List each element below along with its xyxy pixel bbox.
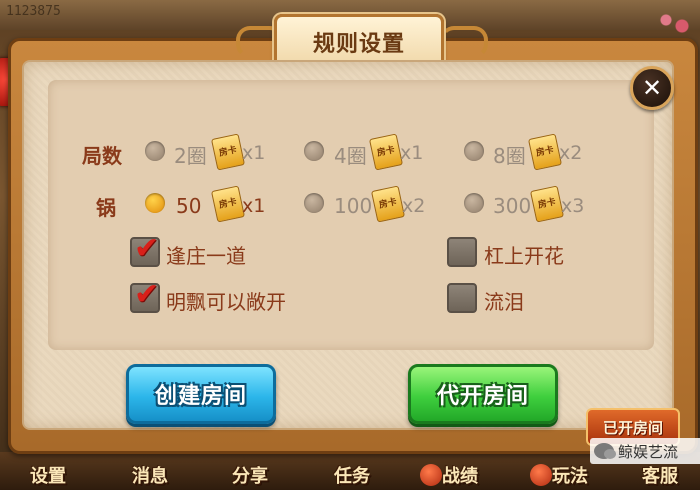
nav-messages[interactable]: 消息 — [132, 462, 168, 490]
close-icon: ✕ — [641, 74, 663, 102]
room-id: 1123875 — [6, 4, 61, 19]
right-swirl-ornament — [440, 26, 488, 58]
wechat-icon — [594, 443, 616, 459]
rounds-4-label: 4圈 — [334, 144, 367, 168]
checkbox-mingpiao[interactable]: ✔ — [130, 277, 160, 313]
rounds-4-mult: x1 — [400, 142, 424, 164]
pot-300-label: 300 — [493, 194, 532, 218]
rounds-8-mult: x2 — [559, 142, 583, 164]
checkmark-icon: ✔ — [134, 277, 160, 312]
watermark: 鲸娱艺流 — [590, 438, 700, 464]
pot-300-radio[interactable] — [464, 193, 484, 213]
nav-service[interactable]: 客服 — [642, 462, 678, 490]
nav-rules[interactable]: 玩法 — [552, 462, 588, 490]
checkbox-liulei[interactable] — [447, 283, 477, 313]
label-liulei: 流泪 — [484, 290, 524, 314]
watermark-text: 鲸娱艺流 — [618, 442, 679, 461]
dialog-title: 规则设置 — [312, 32, 405, 57]
nav-tasks[interactable]: 任务 — [334, 462, 370, 490]
rounds-2-radio[interactable] — [145, 141, 165, 161]
plum-flower-decoration — [654, 8, 694, 38]
rounds-label: 局数 — [82, 144, 122, 168]
pot-100-mult: x2 — [402, 195, 426, 217]
pot-50-mult: x1 — [242, 195, 266, 217]
create-room-button[interactable]: 创建房间 — [126, 364, 276, 424]
nav-share[interactable]: 分享 — [232, 462, 268, 490]
rounds-8-radio[interactable] — [464, 141, 484, 161]
nav-records[interactable]: 战绩 — [442, 462, 478, 490]
rounds-2-label: 2圈 — [174, 144, 207, 168]
pot-50-label: 50 — [176, 194, 202, 218]
checkbox-fengzhuang[interactable]: ✔ — [130, 231, 160, 267]
pot-100-radio[interactable] — [304, 193, 324, 213]
checkmark-icon: ✔ — [134, 231, 160, 266]
rounds-4-radio[interactable] — [304, 141, 324, 161]
label-fengzhuang: 逢庄一道 — [166, 244, 246, 268]
rules-icon — [530, 464, 552, 486]
pot-300-mult: x3 — [561, 195, 585, 217]
pot-50-radio[interactable] — [145, 193, 165, 213]
rounds-8-label: 8圈 — [493, 144, 526, 168]
pot-100-label: 100 — [334, 194, 373, 218]
label-gangshang: 杠上开花 — [484, 244, 564, 268]
close-button[interactable]: ✕ — [630, 66, 674, 110]
rounds-2-mult: x1 — [242, 142, 266, 164]
pot-label: 锅 — [96, 196, 116, 220]
checkbox-gangshang[interactable] — [447, 237, 477, 267]
label-mingpiao: 明飘可以敞开 — [166, 290, 286, 314]
records-icon — [420, 464, 442, 486]
proxy-room-button[interactable]: 代开房间 — [408, 364, 558, 424]
nav-settings[interactable]: 设置 — [30, 462, 66, 490]
